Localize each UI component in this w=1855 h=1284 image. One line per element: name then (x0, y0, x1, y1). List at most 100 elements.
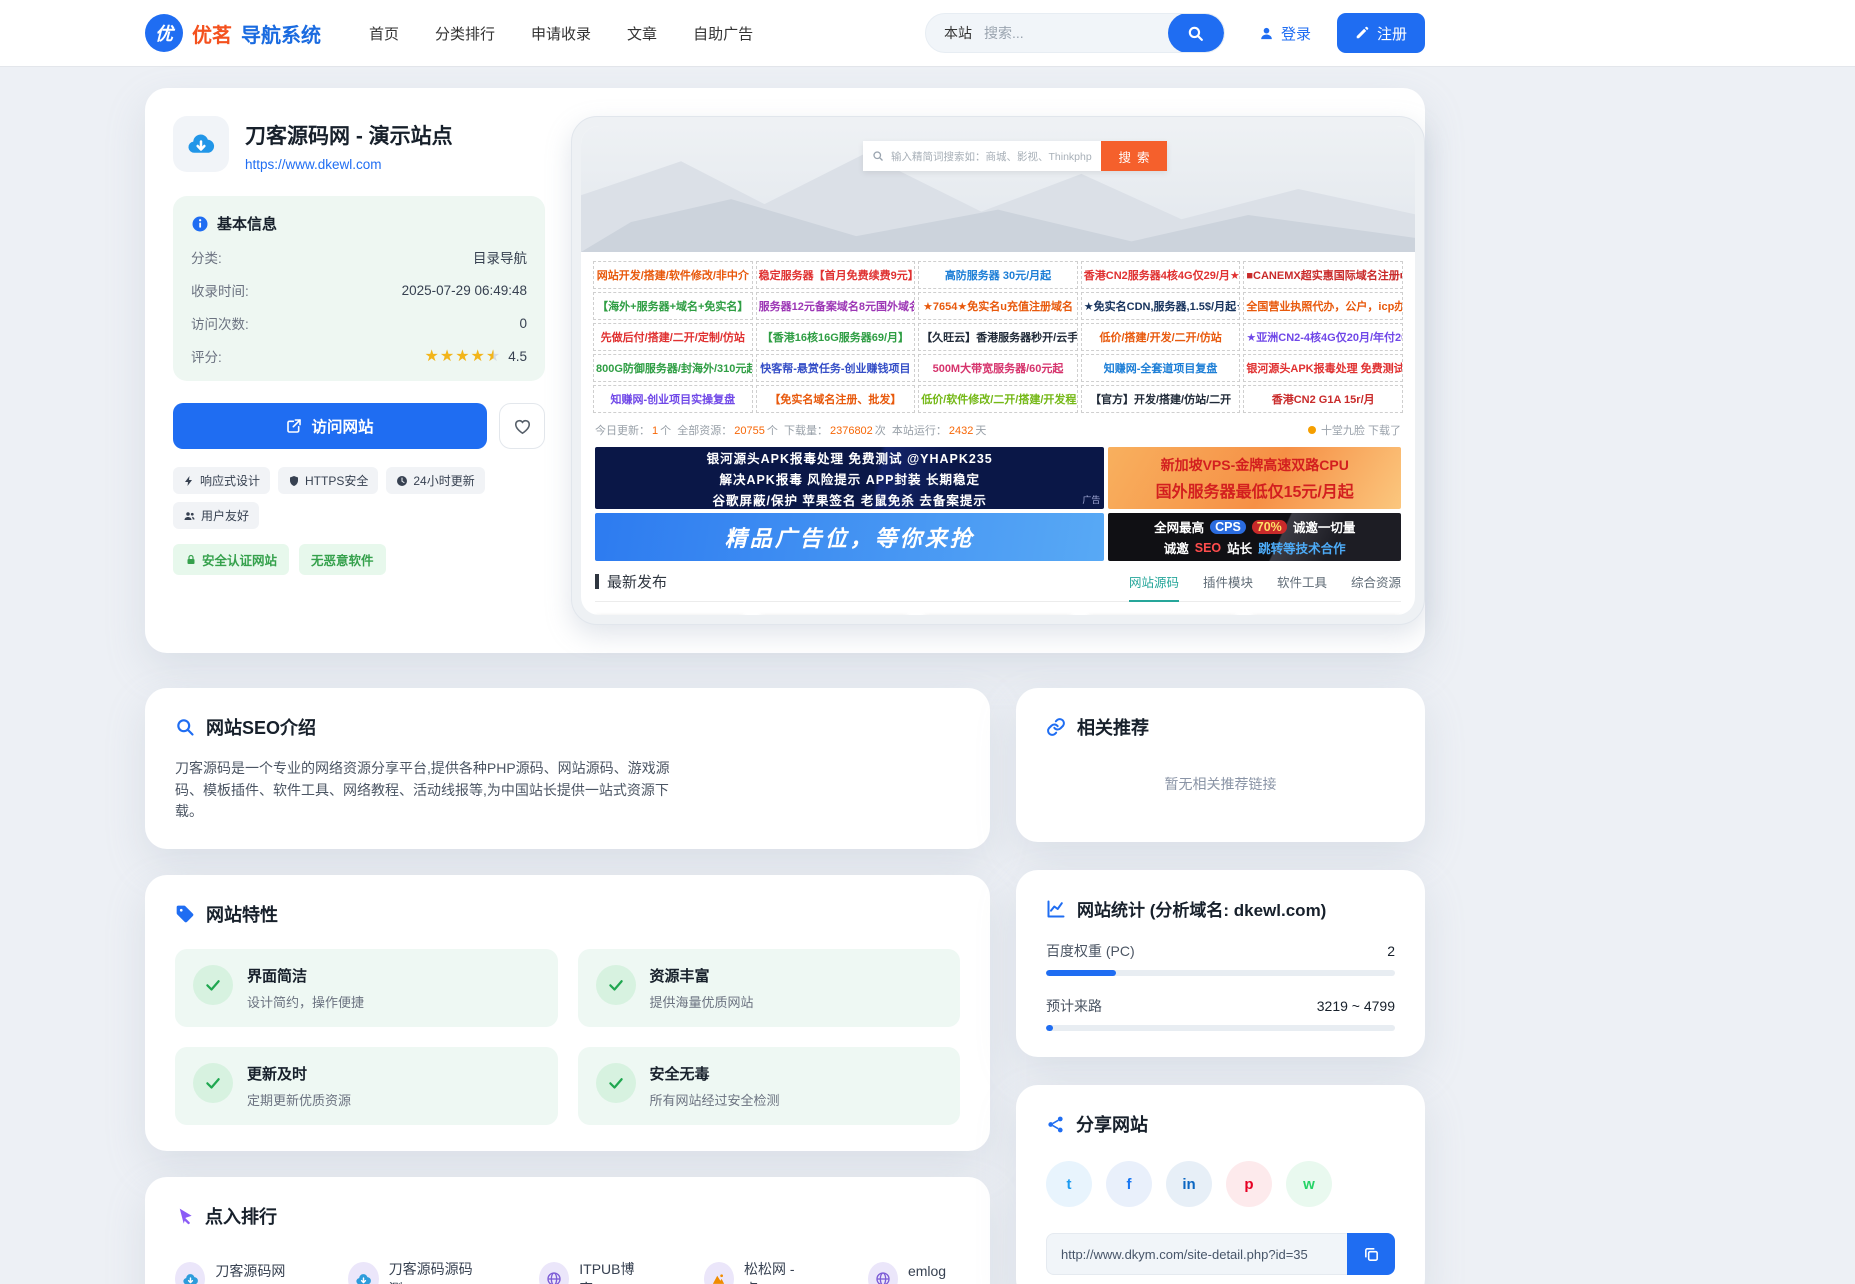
badge-label: 无恶意软件 (311, 550, 374, 569)
twitter-icon[interactable]: t (1046, 1161, 1092, 1207)
rank-item[interactable]: 刀客源码网 -... (175, 1259, 296, 1284)
tag-label: HTTPS安全 (305, 472, 368, 489)
preview-stat: 今日更新：1个 (595, 425, 677, 437)
nav-item-申请收录[interactable]: 申请收录 (531, 23, 591, 44)
rank-item-label: emlog -... (908, 1263, 960, 1284)
brand-text-2: 导航系统 (241, 19, 321, 48)
preview-text-ad: ★亚洲CN2-4核4G仅20月/年付200 (1243, 323, 1403, 351)
search-input[interactable] (984, 25, 1168, 41)
preview-tab-插件模块[interactable]: 插件模块 (1203, 572, 1253, 601)
info-value: 目录导航 (473, 247, 527, 267)
feature-desc: 所有网站经过安全检测 (650, 1090, 780, 1109)
pinterest-icon[interactable]: p (1226, 1161, 1272, 1207)
banner1-line: 银河源头APK报毒处理 免费测试 @YHAPK235 (707, 448, 993, 467)
app-header: 优 优茗导航系统 首页 分类排行 申请收录 文章 自助广告 本站 登录 注册 (0, 0, 1855, 66)
nav-item-首页[interactable]: 首页 (369, 23, 399, 44)
site-preview-screenshot[interactable]: 输入精简词搜索如：商城、影视、Thinkphp 搜索 网站开发/搭建/软件修改/… (581, 126, 1415, 615)
brand-text-1: 优茗 (192, 19, 232, 48)
stat-value: 3219 ~ 4799 (1317, 998, 1395, 1014)
feature-title: 更新及时 (247, 1063, 351, 1084)
pencil-icon (1355, 26, 1369, 40)
header-search: 本站 (925, 13, 1225, 53)
badge-安全认证网站: 安全认证网站 (173, 544, 289, 575)
info-label: 分类: (191, 247, 222, 267)
search-scope-select[interactable]: 本站 (926, 23, 984, 43)
preview-text-ad: 500M大带宽服务器/60元起 (918, 354, 1078, 382)
heart-icon (513, 417, 532, 436)
preview-tab-网站源码[interactable]: 网站源码 (1129, 572, 1179, 602)
preview-tab-软件工具[interactable]: 软件工具 (1277, 572, 1327, 601)
feature-desc: 定期更新优质资源 (247, 1090, 351, 1109)
nav-item-自助广告[interactable]: 自助广告 (693, 23, 753, 44)
facebook-icon[interactable]: f (1106, 1161, 1152, 1207)
preview-text-ad: 银河源头APK报毒处理 免费测试 (1243, 354, 1403, 382)
stat-row: 百度权重 (PC)2 (1046, 941, 1395, 961)
visit-site-button[interactable]: 访问网站 (173, 403, 487, 449)
ranking-title: 点入排行 (205, 1203, 277, 1229)
stat-row: 预计来路 3219 ~ 4799 (1046, 996, 1395, 1016)
rank-item-label: 刀客源码网 -... (215, 1261, 296, 1284)
feature-title: 界面简洁 (247, 965, 364, 986)
rank-item[interactable]: 刀客源码源码测... (348, 1259, 487, 1284)
seo-title: 网站SEO介绍 (206, 714, 316, 740)
preview-text-ad: 服务器12元备案域名8元国外域名1元 (756, 292, 916, 320)
stat-progress-bar (1046, 970, 1395, 976)
stat-progress-bar (1046, 1025, 1395, 1031)
info-label: 访问次数: (191, 313, 249, 333)
preview-stat: 本站运行：2432天 (892, 425, 993, 437)
favorite-button[interactable] (499, 403, 545, 449)
share-url-input[interactable] (1046, 1233, 1347, 1275)
rank-item[interactable]: 松松网 - 卢... (704, 1259, 816, 1284)
copy-url-button[interactable] (1347, 1233, 1395, 1275)
stat-value: 2 (1387, 943, 1395, 959)
search-button[interactable] (1168, 13, 1224, 53)
preview-text-ad: 稳定服务器【首月免费续费9元】 (756, 261, 916, 289)
preview-text-ad: 香港CN2 G1A 15r/月 (1243, 385, 1403, 413)
share-buttons: tfinpw (1046, 1161, 1395, 1207)
related-empty-text: 暂无相关推荐链接 (1046, 774, 1395, 794)
rating-stars[interactable]: ★★★★★ (425, 346, 502, 366)
login-link[interactable]: 登录 (1259, 23, 1311, 44)
register-button[interactable]: 注册 (1337, 13, 1425, 53)
security-badges: 安全认证网站 无恶意软件 (173, 544, 545, 575)
rank-item-label: 松松网 - 卢... (744, 1259, 816, 1284)
check-icon (596, 965, 636, 1005)
badge-无恶意软件: 无恶意软件 (299, 544, 386, 575)
preview-category-tabs: 网站源码插件模块软件工具综合资源 (1129, 572, 1401, 601)
preview-text-ad: 【官方】开发/搭建/仿站/二开 (1081, 385, 1241, 413)
rank-item[interactable]: ITPUB博客... (539, 1259, 652, 1284)
share-icon (1046, 1115, 1065, 1134)
linkedin-icon[interactable]: in (1166, 1161, 1212, 1207)
stat-label: 预计来路 (1046, 996, 1102, 1016)
bolt-icon (183, 475, 195, 487)
whatsapp-icon[interactable]: w (1286, 1161, 1332, 1207)
site-url-link[interactable]: https://www.dkewl.com (245, 157, 453, 172)
feature-item: 安全无毒所有网站经过安全检测 (578, 1047, 961, 1125)
tag-HTTPS安全: HTTPS安全 (278, 467, 378, 494)
preview-tab-综合资源[interactable]: 综合资源 (1351, 572, 1401, 601)
seo-description: 刀客源码是一个专业的网络资源分享平台,提供各种PHP源码、网站源码、游戏源码、模… (175, 758, 680, 823)
chart-icon (1046, 899, 1066, 919)
cloud-download-icon (186, 129, 216, 159)
tag-24小时更新: 24小时更新 (386, 467, 484, 494)
page-title: 刀客源码网 - 演示站点 (245, 116, 453, 150)
brand-logo[interactable]: 优 优茗导航系统 (145, 14, 321, 52)
rank-item-label: ITPUB博客... (579, 1259, 651, 1284)
preview-hero-banner: 输入精简词搜索如：商城、影视、Thinkphp 搜索 (581, 126, 1415, 252)
preview-text-ad: 低价/软件修改/二开/搭建/开发程序 (918, 385, 1078, 413)
nav-item-文章[interactable]: 文章 (627, 23, 657, 44)
preview-text-ad: 知赚网-全套道项目复盘 (1081, 354, 1241, 382)
info-label: 收录时间: (191, 280, 249, 300)
copy-icon (1363, 1246, 1380, 1263)
preview-thumbnails: 刀客API管理 (581, 602, 1415, 615)
preview-download-notice: 十堂九脸 下载了 (1308, 422, 1401, 438)
check-icon (193, 965, 233, 1005)
preview-text-ad: ★免实名CDN,服务器,1.5$/月起★ (1081, 292, 1241, 320)
stats-section: 网站统计 (分析域名: dkewl.com) 百度权重 (PC)2预计来路321… (1016, 870, 1425, 1057)
feature-item: 更新及时定期更新优质资源 (175, 1047, 558, 1125)
site-icon (704, 1262, 734, 1284)
rank-item[interactable]: emlog -... (868, 1259, 960, 1284)
preview-search-input: 输入精简词搜索如：商城、影视、Thinkphp (863, 141, 1101, 171)
nav-item-分类排行[interactable]: 分类排行 (435, 23, 495, 44)
site-preview-frame: 输入精简词搜索如：商城、影视、Thinkphp 搜索 网站开发/搭建/软件修改/… (571, 116, 1425, 625)
